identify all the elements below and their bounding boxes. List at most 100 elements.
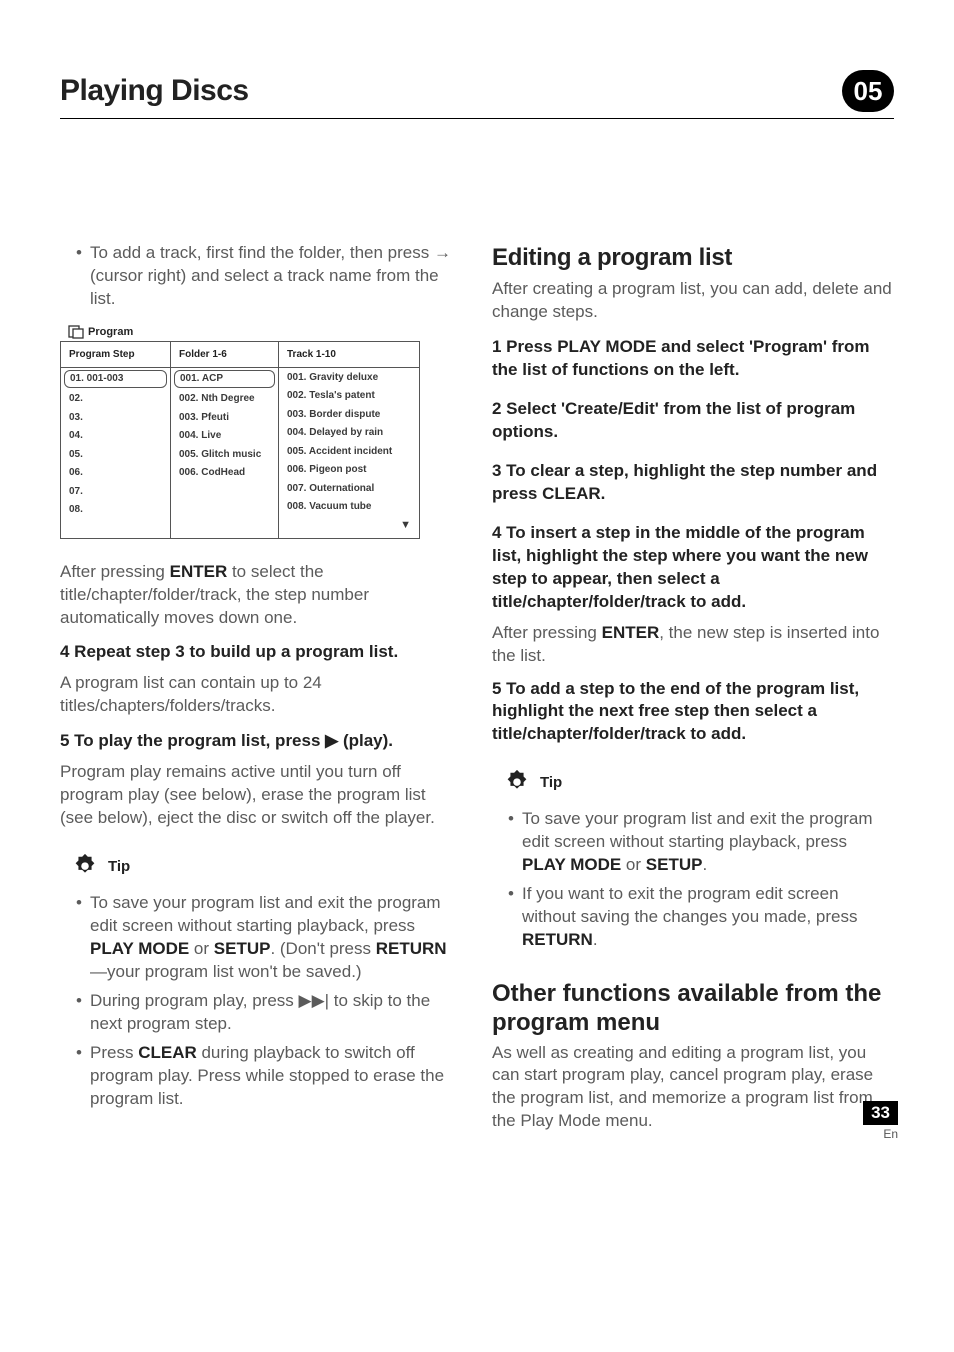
tip-label: Tip — [540, 773, 562, 793]
program-icon — [68, 325, 84, 339]
text: Press — [90, 1043, 138, 1062]
program-title: Program — [88, 325, 133, 340]
program-step-col: Program Step 01. 001-003 02. 03. 04. 05.… — [60, 342, 170, 538]
table-cell: 08. — [61, 501, 170, 520]
r-step-5: 5 To add a step to the end of the progra… — [492, 678, 894, 747]
table-cell: 07. — [61, 482, 170, 501]
skip-next-icon: ▶▶| — [299, 991, 330, 1010]
text: (play). — [338, 731, 393, 750]
section-title: Playing Discs — [60, 74, 249, 108]
text: —your program list won't be saved.) — [90, 962, 362, 981]
step-5-head: 5 To play the program list, press ▶ (pla… — [60, 730, 462, 753]
text: . — [593, 930, 598, 949]
tip-heading: Tip — [70, 852, 462, 882]
text: . — [702, 855, 707, 874]
page-number: 33 — [863, 1101, 898, 1125]
table-cell: 004. Delayed by rain — [279, 424, 419, 443]
gear-icon — [70, 852, 100, 882]
track-col: Track 1-10 001. Gravity deluxe 002. Tesl… — [278, 342, 420, 538]
cursor-right-icon: → — [434, 243, 451, 262]
table-cell: 02. — [61, 390, 170, 409]
table-cell: 04. — [61, 427, 170, 446]
tip-bullet-2: • During program play, press ▶▶| to skip… — [76, 990, 462, 1036]
r-step-1: 1 Press PLAY MODE and select 'Program' f… — [492, 336, 894, 382]
step-4-body: A program list can contain up to 24 titl… — [60, 672, 462, 718]
table-cell: 002. Tesla's patent — [279, 387, 419, 406]
text: . (Don't press — [270, 939, 375, 958]
table-cell: 002. Nth Degree — [171, 390, 278, 409]
program-table: Program Program Step 01. 001-003 02. 03.… — [60, 325, 420, 539]
table-cell: 004. Live — [171, 427, 278, 446]
bullet-dot: • — [76, 990, 90, 1036]
chapter-number-badge: 05 — [842, 70, 894, 112]
text-bold: ENTER — [170, 562, 228, 581]
bullet-dot: • — [76, 892, 90, 984]
table-cell: 001. ACP — [174, 370, 275, 388]
tip-label: Tip — [108, 857, 130, 877]
gear-icon — [502, 768, 532, 798]
left-column: • To add a track, first find the folder,… — [60, 242, 462, 1141]
scroll-down-icon: ▼ — [279, 516, 419, 536]
bullet-dot: • — [508, 808, 522, 877]
r-tip-bullet-2: • If you want to exit the program edit s… — [508, 883, 894, 952]
bullet-add-track: • To add a track, first find the folder,… — [76, 242, 462, 311]
tip-bullet-1: • To save your program list and exit the… — [76, 892, 462, 984]
page-lang: En — [863, 1127, 898, 1141]
folder-col: Folder 1-6 001. ACP 002. Nth Degree 003.… — [170, 342, 278, 538]
r-step-4-body: After pressing ENTER, the new step is in… — [492, 622, 894, 668]
table-cell: 05. — [61, 445, 170, 464]
text: To save your program list and exit the p… — [90, 893, 441, 935]
step-5-body: Program play remains active until you tu… — [60, 761, 462, 830]
text: 5 To play the program list, press — [60, 731, 325, 750]
after-enter-text: After pressing ENTER to select the title… — [60, 561, 462, 630]
text-bold: PLAY MODE — [90, 939, 189, 958]
text: To add a track, first find the folder, t… — [90, 243, 434, 262]
r-step-4: 4 To insert a step in the middle of the … — [492, 522, 894, 614]
text: After pressing — [60, 562, 170, 581]
text: or — [621, 855, 646, 874]
text: To save your program list and exit the p… — [522, 809, 873, 851]
table-cell: 003. Border dispute — [279, 405, 419, 424]
text: (cursor right) and select a track name f… — [90, 266, 439, 308]
text: If you want to exit the program edit scr… — [522, 884, 857, 926]
text-bold: SETUP — [214, 939, 271, 958]
tip-heading-right: Tip — [502, 768, 894, 798]
bullet-dot: • — [508, 883, 522, 952]
table-cell: 001. Gravity deluxe — [279, 368, 419, 387]
editing-heading: Editing a program list — [492, 242, 894, 274]
col-header: Track 1-10 — [279, 342, 419, 369]
header-rule — [60, 118, 894, 119]
col-header: Folder 1-6 — [171, 342, 278, 369]
page-footer: 33 En — [863, 1101, 898, 1141]
table-cell: 06. — [61, 464, 170, 483]
play-icon: ▶ — [325, 731, 338, 750]
text-bold: RETURN — [522, 930, 593, 949]
right-column: Editing a program list After creating a … — [492, 242, 894, 1141]
bullet-dot: • — [76, 1042, 90, 1111]
editing-intro: After creating a program list, you can a… — [492, 278, 894, 324]
text-bold: CLEAR — [138, 1043, 197, 1062]
table-cell: 006. CodHead — [171, 464, 278, 483]
table-cell: 006. Pigeon post — [279, 461, 419, 480]
other-functions-body: As well as creating and editing a progra… — [492, 1042, 894, 1134]
r-step-3: 3 To clear a step, highlight the step nu… — [492, 460, 894, 506]
table-cell: 003. Pfeuti — [171, 408, 278, 427]
table-cell: 005. Accident incident — [279, 442, 419, 461]
bullet-dot: • — [76, 242, 90, 311]
step-4-head: 4 Repeat step 3 to build up a program li… — [60, 641, 462, 664]
r-step-2: 2 Select 'Create/Edit' from the list of … — [492, 398, 894, 444]
table-cell: 03. — [61, 408, 170, 427]
text: During program play, press — [90, 991, 299, 1010]
text-bold: SETUP — [646, 855, 703, 874]
table-cell: 008. Vacuum tube — [279, 498, 419, 517]
table-cell: 01. 001-003 — [64, 370, 167, 388]
text: or — [189, 939, 214, 958]
text-bold: RETURN — [376, 939, 447, 958]
text-bold: ENTER — [602, 623, 660, 642]
text-bold: PLAY MODE — [522, 855, 621, 874]
tip-bullet-3: • Press CLEAR during playback to switch … — [76, 1042, 462, 1111]
other-functions-heading: Other functions available from the progr… — [492, 980, 894, 1038]
col-header: Program Step — [61, 342, 170, 369]
table-cell: 007. Outernational — [279, 479, 419, 498]
r-tip-bullet-1: • To save your program list and exit the… — [508, 808, 894, 877]
